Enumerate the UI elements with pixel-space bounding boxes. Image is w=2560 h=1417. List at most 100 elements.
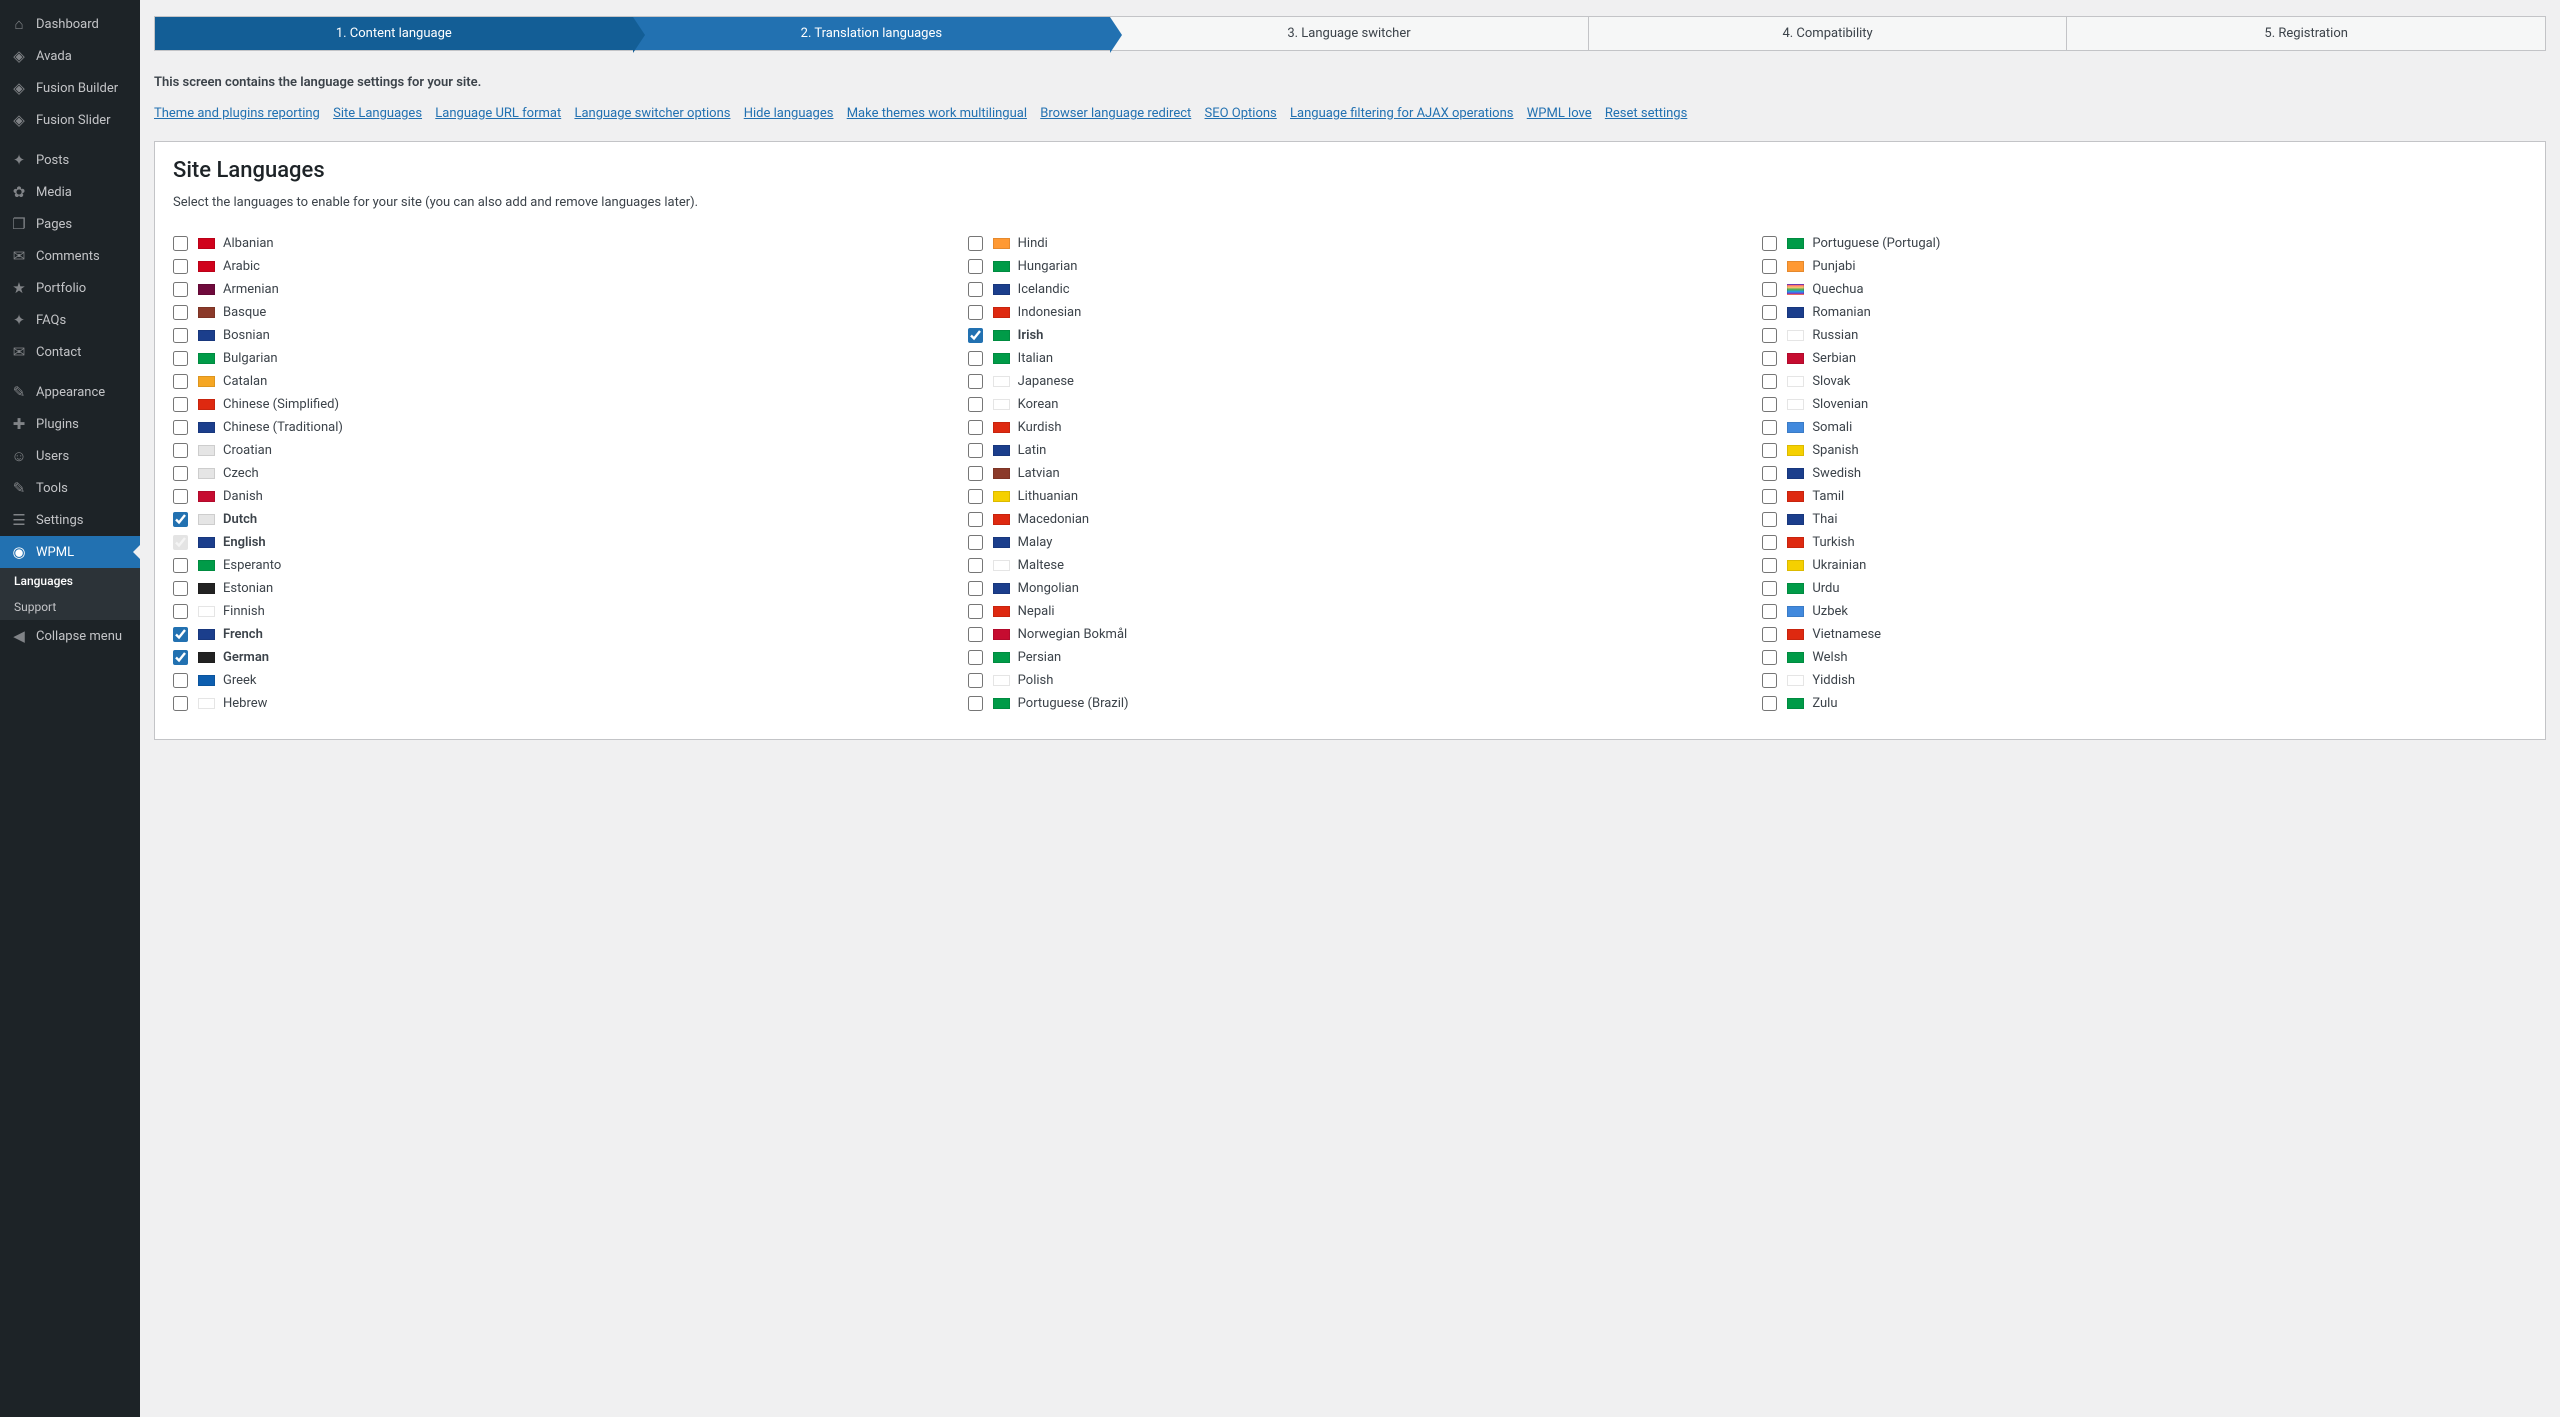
language-checkbox[interactable]: [1762, 420, 1777, 435]
quick-link[interactable]: Language URL format: [435, 106, 561, 121]
sidebar-item-dashboard[interactable]: ⌂Dashboard: [0, 8, 140, 40]
language-label[interactable]: Romanian: [1812, 305, 1871, 320]
language-checkbox[interactable]: [173, 489, 188, 504]
language-checkbox[interactable]: [173, 696, 188, 711]
language-label[interactable]: Bosnian: [223, 328, 270, 343]
language-checkbox[interactable]: [173, 558, 188, 573]
language-label[interactable]: Greek: [223, 673, 257, 688]
language-label[interactable]: Slovenian: [1812, 397, 1868, 412]
language-label[interactable]: Albanian: [223, 236, 274, 251]
language-label[interactable]: Vietnamese: [1812, 627, 1881, 642]
language-label[interactable]: Yiddish: [1812, 673, 1855, 688]
language-checkbox[interactable]: [1762, 374, 1777, 389]
language-checkbox[interactable]: [968, 489, 983, 504]
sidebar-item-pages[interactable]: ❐Pages: [0, 208, 140, 240]
language-checkbox[interactable]: [1762, 328, 1777, 343]
wizard-step[interactable]: 3. Language switcher: [1110, 17, 1589, 50]
language-checkbox[interactable]: [968, 512, 983, 527]
quick-link[interactable]: Browser language redirect: [1040, 106, 1191, 121]
sidebar-item-faqs[interactable]: ✦FAQs: [0, 304, 140, 336]
language-checkbox[interactable]: [968, 650, 983, 665]
sidebar-item-settings[interactable]: ☰Settings: [0, 504, 140, 536]
language-checkbox[interactable]: [1762, 397, 1777, 412]
sidebar-item-users[interactable]: ☺Users: [0, 440, 140, 472]
language-checkbox[interactable]: [1762, 673, 1777, 688]
language-checkbox[interactable]: [1762, 535, 1777, 550]
language-label[interactable]: Chinese (Simplified): [223, 397, 339, 412]
language-label[interactable]: Zulu: [1812, 696, 1837, 711]
language-label[interactable]: Hungarian: [1018, 259, 1078, 274]
sidebar-item-contact[interactable]: ✉Contact: [0, 336, 140, 368]
language-label[interactable]: Icelandic: [1018, 282, 1070, 297]
language-label[interactable]: Quechua: [1812, 282, 1863, 297]
language-checkbox[interactable]: [173, 259, 188, 274]
language-label[interactable]: Esperanto: [223, 558, 281, 573]
language-checkbox[interactable]: [173, 466, 188, 481]
language-checkbox[interactable]: [1762, 650, 1777, 665]
sidebar-item-media[interactable]: ✿Media: [0, 176, 140, 208]
sidebar-item-tools[interactable]: ✎Tools: [0, 472, 140, 504]
language-checkbox[interactable]: [173, 650, 188, 665]
language-label[interactable]: Basque: [223, 305, 266, 320]
quick-link[interactable]: Language switcher options: [574, 106, 730, 121]
language-checkbox[interactable]: [968, 397, 983, 412]
language-label[interactable]: Somali: [1812, 420, 1852, 435]
language-checkbox[interactable]: [173, 581, 188, 596]
language-label[interactable]: Mongolian: [1018, 581, 1079, 596]
language-label[interactable]: Norwegian Bokmål: [1018, 627, 1128, 642]
language-checkbox[interactable]: [968, 236, 983, 251]
language-label[interactable]: Danish: [223, 489, 263, 504]
sidebar-item-comments[interactable]: ✉Comments: [0, 240, 140, 272]
language-label[interactable]: Estonian: [223, 581, 273, 596]
quick-link[interactable]: Make themes work multilingual: [847, 106, 1027, 121]
language-checkbox[interactable]: [1762, 512, 1777, 527]
language-label[interactable]: Czech: [223, 466, 259, 481]
language-label[interactable]: Croatian: [223, 443, 272, 458]
language-checkbox[interactable]: [1762, 696, 1777, 711]
sidebar-item-avada[interactable]: ◈Avada: [0, 40, 140, 72]
language-label[interactable]: English: [223, 535, 266, 550]
language-checkbox[interactable]: [173, 627, 188, 642]
language-label[interactable]: Hebrew: [223, 696, 267, 711]
quick-link[interactable]: WPML love: [1527, 106, 1592, 121]
quick-link[interactable]: Reset settings: [1605, 106, 1687, 121]
quick-link[interactable]: SEO Options: [1205, 106, 1277, 121]
language-label[interactable]: Irish: [1018, 328, 1044, 343]
wizard-step[interactable]: 4. Compatibility: [1589, 17, 2068, 50]
sidebar-item-fusion-slider[interactable]: ◈Fusion Slider: [0, 104, 140, 136]
language-checkbox[interactable]: [968, 443, 983, 458]
language-checkbox[interactable]: [173, 420, 188, 435]
language-label[interactable]: Tamil: [1812, 489, 1844, 504]
language-checkbox[interactable]: [173, 512, 188, 527]
language-checkbox[interactable]: [173, 673, 188, 688]
language-label[interactable]: Russian: [1812, 328, 1858, 343]
language-checkbox[interactable]: [968, 673, 983, 688]
language-label[interactable]: Korean: [1018, 397, 1059, 412]
language-label[interactable]: Finnish: [223, 604, 265, 619]
language-label[interactable]: Portuguese (Brazil): [1018, 696, 1129, 711]
language-checkbox[interactable]: [173, 282, 188, 297]
language-checkbox[interactable]: [968, 604, 983, 619]
language-checkbox[interactable]: [1762, 581, 1777, 596]
sidebar-sub-languages[interactable]: Languages: [0, 568, 140, 594]
language-label[interactable]: Polish: [1018, 673, 1054, 688]
language-label[interactable]: Latin: [1018, 443, 1047, 458]
language-label[interactable]: Punjabi: [1812, 259, 1855, 274]
language-checkbox[interactable]: [173, 443, 188, 458]
language-checkbox[interactable]: [173, 236, 188, 251]
language-label[interactable]: Swedish: [1812, 466, 1861, 481]
language-label[interactable]: Bulgarian: [223, 351, 278, 366]
language-label[interactable]: Slovak: [1812, 374, 1850, 389]
language-checkbox[interactable]: [968, 420, 983, 435]
sidebar-sub-support[interactable]: Support: [0, 594, 140, 620]
language-label[interactable]: Arabic: [223, 259, 260, 274]
language-checkbox[interactable]: [173, 374, 188, 389]
language-checkbox[interactable]: [968, 328, 983, 343]
language-label[interactable]: Italian: [1018, 351, 1053, 366]
language-checkbox[interactable]: [1762, 259, 1777, 274]
language-label[interactable]: Chinese (Traditional): [223, 420, 343, 435]
language-checkbox[interactable]: [1762, 604, 1777, 619]
sidebar-item-plugins[interactable]: ✚Plugins: [0, 408, 140, 440]
language-label[interactable]: Urdu: [1812, 581, 1839, 596]
language-checkbox[interactable]: [173, 328, 188, 343]
